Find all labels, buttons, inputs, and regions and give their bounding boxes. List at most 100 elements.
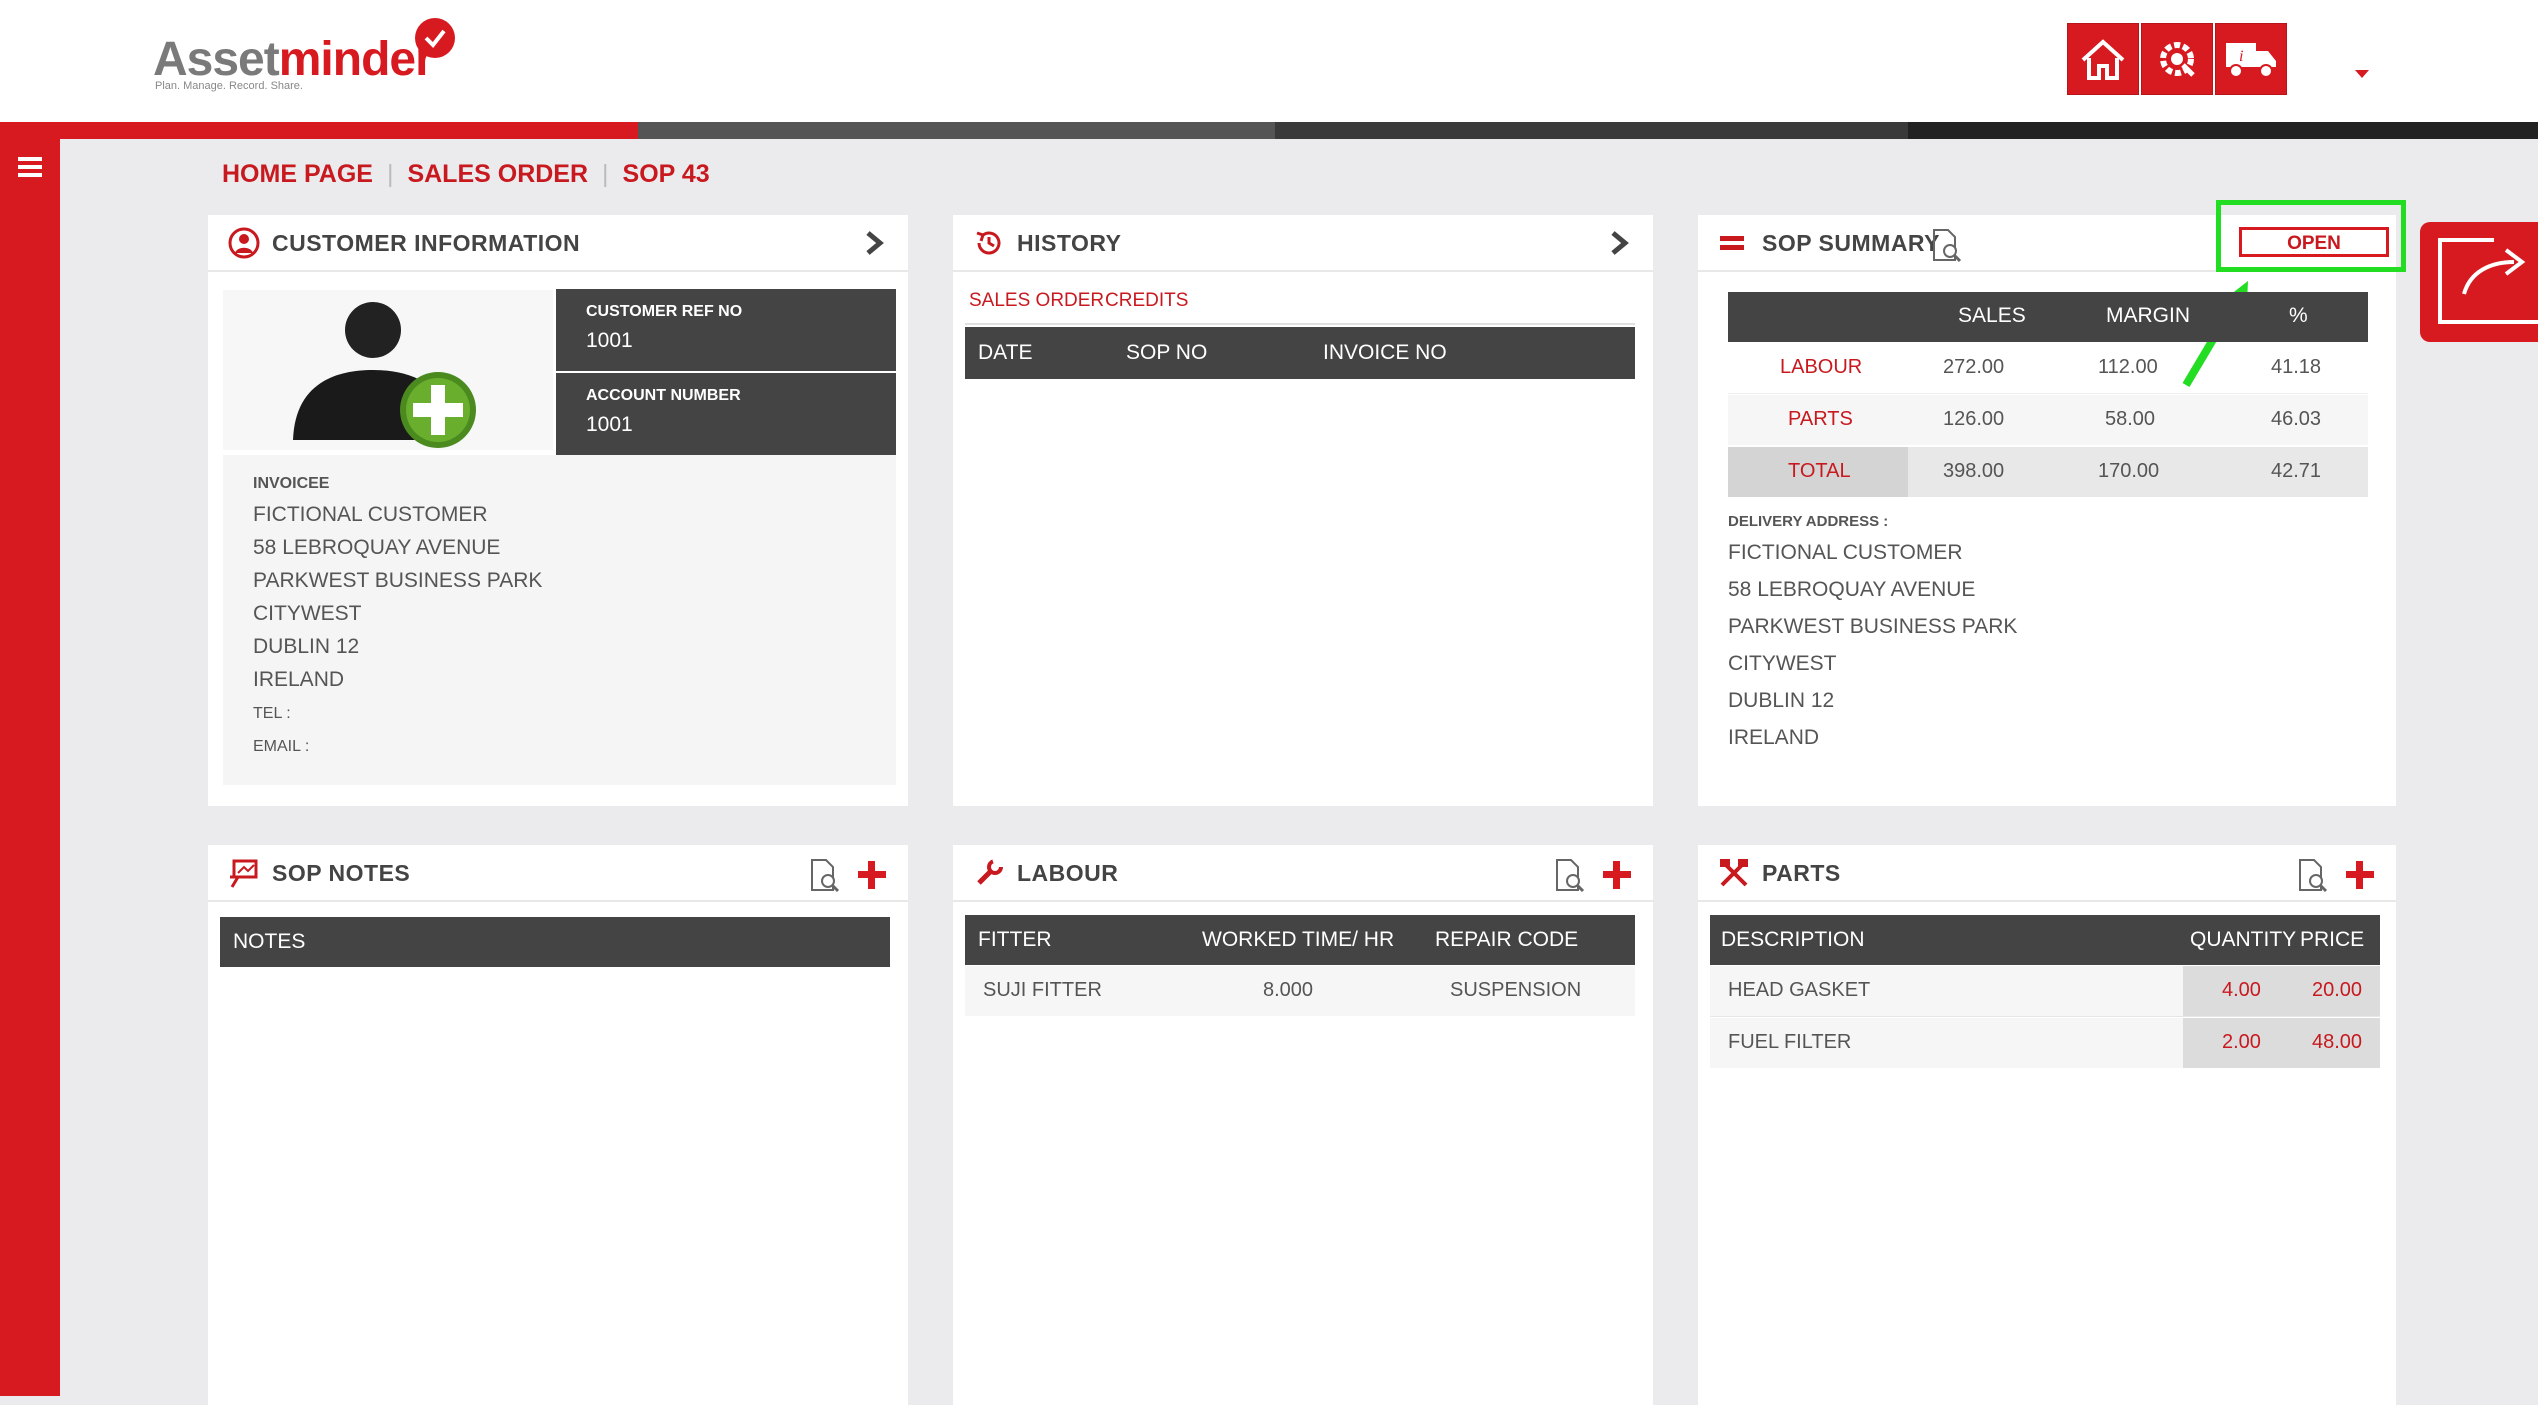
column-header-fitter: FITTER xyxy=(978,928,1052,951)
wrench-icon xyxy=(977,859,1003,885)
document-search-icon[interactable] xyxy=(2294,857,2330,893)
delivery-line: PARKWEST BUSINESS PARK xyxy=(1728,615,2018,638)
history-panel: HISTORY SALES ORDER CREDITS DATE SOP NO … xyxy=(953,215,1653,806)
summary-row-margin: 112.00 xyxy=(2098,356,2158,378)
invoicee-line: CITYWEST xyxy=(253,602,362,625)
delivery-truck-icon: i xyxy=(2226,43,2276,78)
tools-icon xyxy=(1720,859,1748,887)
labour-fitter: SUJI FITTER xyxy=(983,979,1102,1001)
delivery-line: FICTIONAL CUSTOMER xyxy=(1728,541,1963,564)
labour-table-header: FITTER WORKED TIME/ HR REPAIR CODE xyxy=(965,915,1635,965)
column-header-quantity: QUANTITY xyxy=(2190,928,2297,951)
gear-wrench-icon xyxy=(2160,42,2195,77)
summary-row-sales: 398.00 xyxy=(1943,460,2005,482)
summary-row-percent: 46.03 xyxy=(2271,408,2322,430)
delivery-line: IRELAND xyxy=(1728,726,1820,749)
summary-row-margin: 58.00 xyxy=(2105,408,2156,430)
invoicee-box: INVOICEE FICTIONAL CUSTOMER 58 LEBROQUAY… xyxy=(223,455,896,785)
summary-row-margin: 170.00 xyxy=(2098,460,2160,482)
add-icon[interactable] xyxy=(854,857,890,893)
customer-panel-title: CUSTOMER INFORMATION xyxy=(272,230,581,256)
customer-ref-box: CUSTOMER REF NO 1001 xyxy=(556,289,896,371)
status-badge-text: OPEN xyxy=(2287,233,2341,254)
add-icon[interactable] xyxy=(1599,857,1635,893)
table-row[interactable]: HEAD GASKET 4.00 20.00 xyxy=(1710,966,2380,1017)
assetminder-logo[interactable]: Assetminder Plan. Manage. Record. Share. xyxy=(153,18,473,98)
sidebar xyxy=(0,139,60,1396)
parts-panel-header: PARTS xyxy=(1698,845,2396,902)
breadcrumb-current: SOP 43 xyxy=(622,160,710,188)
chevron-right-icon[interactable] xyxy=(1605,229,1633,257)
hamburger-menu-icon[interactable] xyxy=(18,157,42,181)
part-quantity: 2.00 xyxy=(2222,1031,2261,1053)
top-bar: Assetminder Plan. Manage. Record. Share.… xyxy=(0,0,2538,122)
part-description: FUEL FILTER xyxy=(1728,1031,1852,1053)
invoicee-line: DUBLIN 12 xyxy=(253,635,360,658)
delivery-address-label: DELIVERY ADDRESS : xyxy=(1728,513,1889,530)
column-header-worked-time: WORKED TIME/ HR xyxy=(1202,928,1395,951)
table-row[interactable]: FUEL FILTER 2.00 48.00 xyxy=(1710,1018,2380,1068)
labour-time: 8.000 xyxy=(1263,979,1314,1001)
summary-list-icon xyxy=(1720,236,1744,250)
tab-sales-order[interactable]: SALES ORDER xyxy=(969,290,1104,312)
history-panel-header: HISTORY xyxy=(953,215,1653,272)
add-icon[interactable] xyxy=(2342,857,2378,893)
user-menu-caret[interactable] xyxy=(2355,70,2369,78)
history-panel-title: HISTORY xyxy=(1017,230,1122,256)
document-search-icon[interactable] xyxy=(806,857,842,893)
notes-board-icon xyxy=(230,859,258,888)
document-search-icon[interactable] xyxy=(1551,857,1587,893)
summary-table-header: SALES MARGIN % xyxy=(1728,292,2368,342)
sop-notes-panel: SOP NOTES NOTES xyxy=(208,845,908,1405)
invoicee-line: PARKWEST BUSINESS PARK xyxy=(253,569,543,592)
logo-text-minder: minder xyxy=(278,33,434,86)
user-circle-icon xyxy=(228,227,260,259)
check-icon xyxy=(415,18,455,58)
history-table-header: DATE SOP NO INVOICE NO xyxy=(965,327,1635,379)
column-header-description: DESCRIPTION xyxy=(1721,928,1865,951)
parts-panel: PARTS DESCRIPTION QUANTITY PRICE HEAD GA… xyxy=(1698,845,2396,1405)
breadcrumb-sales-order[interactable]: SALES ORDER xyxy=(407,160,588,188)
delivery-line: CITYWEST xyxy=(1728,652,1837,675)
tab-divider xyxy=(965,323,1635,325)
part-description: HEAD GASKET xyxy=(1728,979,1871,1001)
delivery-line: DUBLIN 12 xyxy=(1728,689,1835,712)
header-stripe-black xyxy=(1908,122,2538,139)
invoicee-line: 58 LEBROQUAY AVENUE xyxy=(253,536,501,559)
customer-avatar[interactable] xyxy=(223,290,553,450)
column-header-invoice-no[interactable]: INVOICE NO xyxy=(1323,341,1447,365)
invoicee-line: FICTIONAL CUSTOMER xyxy=(253,503,488,526)
table-row: PARTS 126.00 58.00 46.03 xyxy=(1728,395,2368,445)
chevron-right-icon[interactable] xyxy=(860,229,888,257)
account-number-value: 1001 xyxy=(586,413,633,436)
column-header-repair-code: REPAIR CODE xyxy=(1435,928,1579,951)
part-quantity: 4.00 xyxy=(2222,979,2261,1001)
summary-row-sales: 126.00 xyxy=(1943,408,2005,430)
tab-credits[interactable]: CREDITS xyxy=(1105,290,1188,312)
side-export-tab[interactable] xyxy=(2420,222,2538,342)
breadcrumb-home[interactable]: HOME PAGE xyxy=(222,160,373,188)
tel-label: TEL : xyxy=(253,705,291,722)
labour-panel: LABOUR FITTER WORKED TIME/ HR REPAIR COD… xyxy=(953,845,1653,1405)
notes-table-header: NOTES xyxy=(220,917,890,967)
customer-information-panel: CUSTOMER INFORMATION CUSTOMER REF NO 100… xyxy=(208,215,908,806)
notes-panel-header: SOP NOTES xyxy=(208,845,908,902)
home-button[interactable] xyxy=(2067,23,2139,95)
column-header-notes: NOTES xyxy=(233,930,306,953)
settings-button[interactable] xyxy=(2141,23,2213,95)
export-icon xyxy=(2438,238,2538,324)
part-price: 20.00 xyxy=(2312,979,2363,1001)
delivery-button[interactable]: i xyxy=(2215,23,2287,95)
table-row[interactable]: SUJI FITTER 8.000 SUSPENSION xyxy=(965,966,1635,1016)
parts-panel-title: PARTS xyxy=(1762,860,1841,886)
labour-repair-code: SUSPENSION xyxy=(1450,979,1582,1001)
summary-row-percent: 41.18 xyxy=(2271,356,2322,378)
summary-row-label: LABOUR xyxy=(1780,356,1863,378)
status-badge[interactable]: OPEN xyxy=(2239,227,2389,257)
email-label: EMAIL : xyxy=(253,738,310,755)
column-header-date[interactable]: DATE xyxy=(978,341,1032,365)
column-header-sop-no[interactable]: SOP NO xyxy=(1126,341,1207,365)
parts-table-header: DESCRIPTION QUANTITY PRICE xyxy=(1710,915,2380,965)
document-search-icon[interactable] xyxy=(1928,227,1964,263)
sop-summary-panel: SOP SUMMARY OPEN SALES MARGIN % LABOUR 2… xyxy=(1698,200,2406,806)
